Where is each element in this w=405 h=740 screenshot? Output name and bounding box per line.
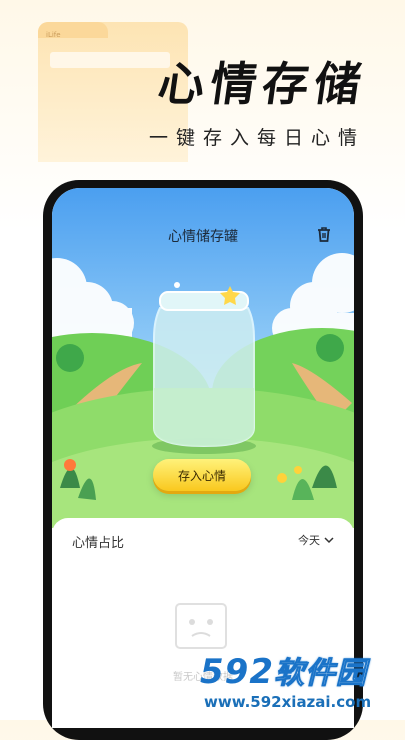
- promo-subline: 一键存入每日心情: [148, 127, 365, 149]
- trash-icon[interactable]: [314, 224, 334, 244]
- range-dropdown[interactable]: 今天: [298, 532, 334, 548]
- range-selected-label: 今天: [298, 534, 320, 547]
- chevron-down-icon: [324, 534, 334, 547]
- app-title: 心情储存罐: [168, 229, 238, 245]
- folder-strip: [50, 52, 170, 68]
- phone-screen: 心情储存罐 存入心情 心情占比 今天 暂无心情数据: [52, 188, 354, 728]
- watermark-brand-text: 软件园: [273, 656, 367, 692]
- panel-title: 心情占比: [72, 536, 125, 551]
- watermark-url: www.592xiazai.com: [204, 693, 372, 711]
- save-mood-button[interactable]: 存入心情: [153, 459, 251, 491]
- folder-tab: iLife: [38, 22, 108, 39]
- watermark-number: 592: [200, 652, 274, 692]
- folder-label: iLife: [46, 31, 61, 39]
- jar-scene: 心情储存罐 存入心情: [52, 188, 354, 528]
- watermark-logo: 592软件园: [200, 648, 367, 692]
- promo-headline: 心情存储: [154, 57, 371, 111]
